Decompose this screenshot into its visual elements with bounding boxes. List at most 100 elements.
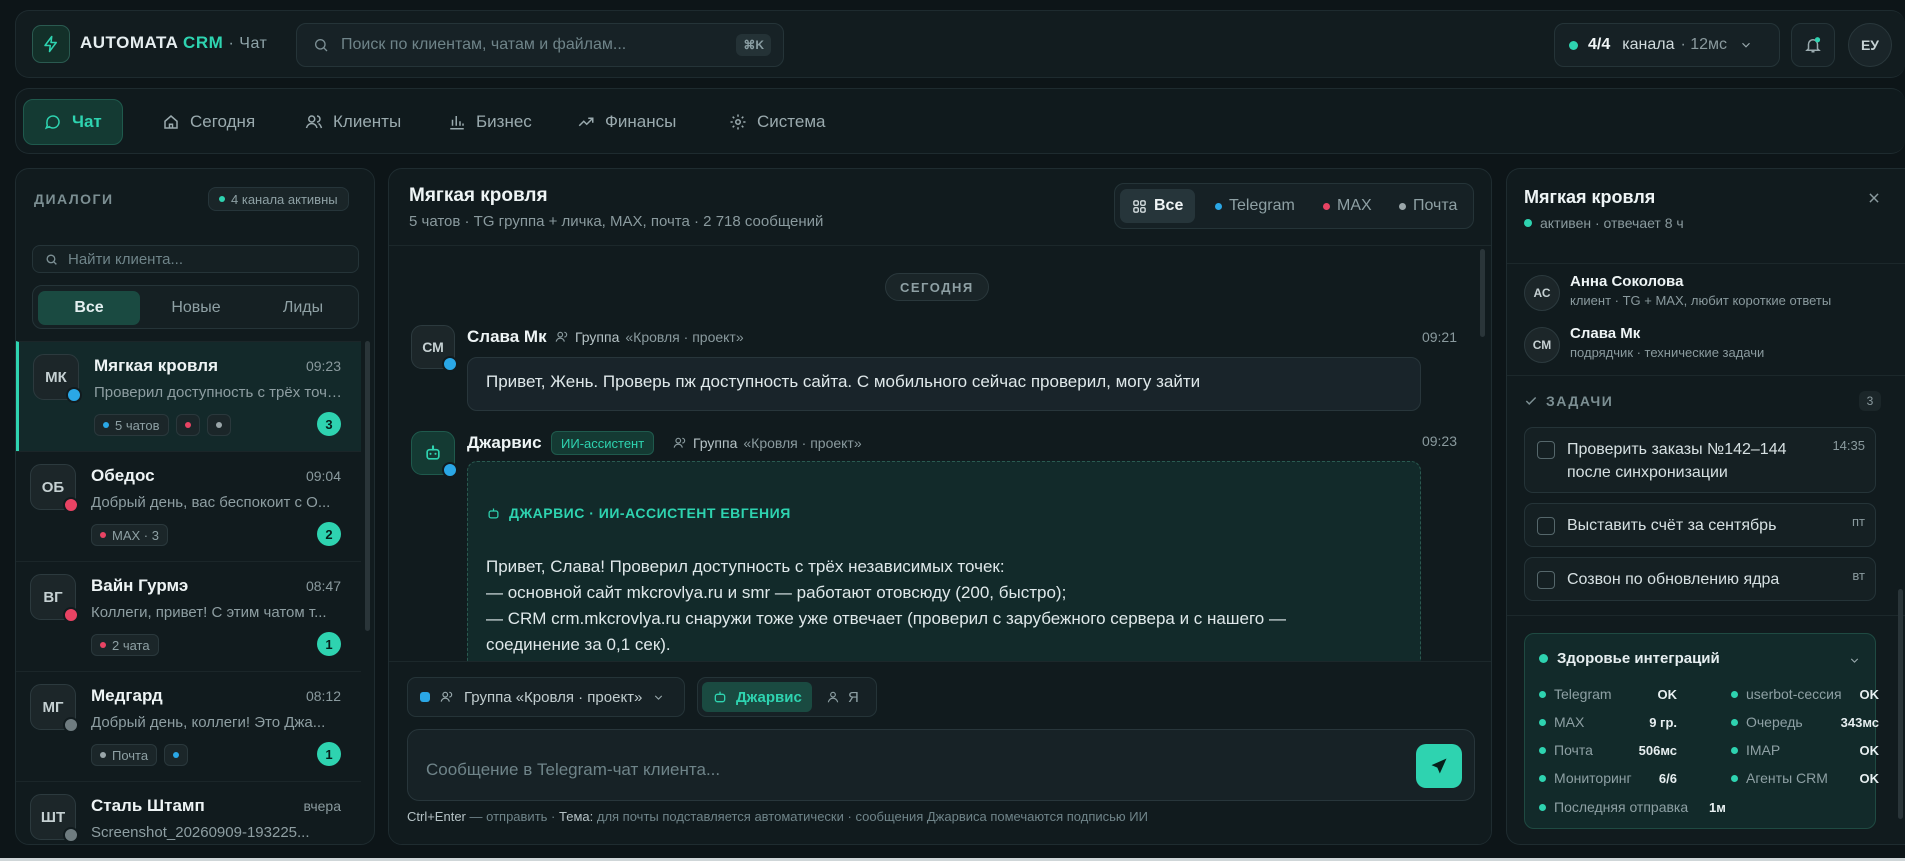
task-checkbox[interactable] (1537, 517, 1555, 535)
health-label: Мониторинг (1539, 770, 1632, 786)
chat-scrollbar[interactable] (1480, 249, 1485, 337)
filter-new[interactable]: Новые (145, 291, 247, 325)
nav-finance[interactable]: Финансы (557, 99, 696, 145)
dialogs-scrollbar[interactable] (365, 341, 370, 631)
dialog-item[interactable]: ОБ Обедос 09:04 Добрый день, вас беспоко… (16, 451, 361, 561)
composer-hint: Ctrl+Enter — отправить · Тема: для почты… (407, 809, 1148, 824)
divider (389, 245, 1491, 246)
status-dot (1569, 40, 1578, 50)
message-group: Группа «Кровля · проект» (555, 329, 744, 345)
avatar: СМ (411, 325, 458, 372)
filter-all-channels[interactable]: Все (1120, 189, 1196, 223)
avatar: ВГ (30, 574, 79, 623)
user-avatar[interactable]: ЕУ (1848, 23, 1892, 67)
notifications-button[interactable] (1791, 23, 1835, 67)
task-item[interactable]: Созвон по обновлению ядра вт (1524, 557, 1876, 601)
message-time: 09:21 (1421, 329, 1457, 345)
client-search-input[interactable]: Найти клиента... (32, 245, 359, 273)
sender-toggle: Джарвис Я (697, 677, 877, 717)
client-title: Мягкая кровля (1524, 187, 1656, 207)
gear-icon (730, 114, 746, 130)
sender-me[interactable]: Я (816, 682, 869, 712)
global-search-input[interactable]: Поиск по клиентам, чатам и файлам... ⌘K (296, 23, 784, 67)
filter-all[interactable]: Все (38, 291, 140, 325)
channels-status-dropdown[interactable]: 4/4 канала · 12мс (1554, 23, 1780, 67)
nav-system[interactable]: Система (709, 99, 845, 145)
robot-icon (426, 445, 440, 460)
latency-value: · 12мс (1680, 36, 1728, 53)
filter-telegram[interactable]: Telegram (1203, 189, 1307, 223)
dialog-item[interactable]: ВГ Вайн Гурмэ 08:47 Коллеги, привет! С э… (16, 561, 361, 671)
bar-chart-icon (450, 116, 464, 130)
health-title[interactable]: Здоровье интеграций (1539, 650, 1720, 667)
nav-clients[interactable]: Клиенты (285, 99, 421, 145)
message-bubble: Привет, Жень. Проверь пж доступность сай… (467, 357, 1421, 411)
dialog-item[interactable]: ШТ Сталь Штамп вчера Screenshot_20260909… (16, 781, 361, 844)
target-group-select[interactable]: Группа «Кровля · проект» (407, 677, 685, 717)
health-value: 6/6 (1658, 771, 1677, 786)
contact-name[interactable]: Анна Соколова (1570, 273, 1683, 290)
chevron-down-icon[interactable] (1848, 654, 1861, 667)
task-checkbox[interactable] (1537, 441, 1555, 459)
sender-jarvis[interactable]: Джарвис (702, 682, 812, 712)
task-item[interactable]: Выставить счёт за сентябрь пт (1524, 503, 1876, 547)
task-checkbox[interactable] (1537, 571, 1555, 589)
nav-today[interactable]: Сегодня (142, 99, 275, 145)
telegram-channel-tag (164, 744, 189, 766)
task-item[interactable]: Проверить заказы №142–144 после синхрони… (1524, 427, 1876, 493)
users-icon (305, 115, 323, 129)
search-icon (315, 39, 328, 52)
telegram-icon (442, 462, 458, 478)
nav-chat[interactable]: Чат (23, 99, 123, 145)
mail-icon (63, 717, 79, 733)
health-value: 506мс (1638, 743, 1677, 758)
nav-business[interactable]: Бизнес (428, 99, 552, 145)
health-label: Последняя отправка (1539, 799, 1688, 815)
top-bar: AUTOMATA CRM · Чат Поиск по клиентам, ча… (15, 10, 1905, 78)
details-scrollbar[interactable] (1898, 589, 1903, 819)
divider (389, 661, 1491, 662)
health-label: MAX (1539, 714, 1584, 730)
avatar: МК (33, 354, 82, 403)
message-input[interactable]: Сообщение в Telegram-чат клиента... (407, 729, 1475, 801)
filter-max[interactable]: MAX (1311, 189, 1384, 223)
task-due: пт (1852, 514, 1865, 529)
contact-name[interactable]: Слава Мк (1570, 325, 1640, 342)
health-label: Почта (1539, 742, 1593, 758)
health-value: 343мс (1840, 715, 1879, 730)
main-nav: Чат Сегодня Клиенты Бизнес Финансы Систе… (15, 88, 1905, 154)
send-button[interactable] (1416, 744, 1462, 788)
lightning-icon (44, 35, 57, 53)
logo[interactable] (32, 25, 70, 63)
chat-bubble-icon (44, 115, 60, 130)
robot-icon (488, 508, 499, 518)
health-label: Telegram (1539, 686, 1612, 702)
search-shortcut-badge: ⌘K (736, 34, 771, 56)
dialogs-title: ДИАЛОГИ (34, 191, 114, 207)
health-label: IMAP (1731, 742, 1780, 758)
dialog-name: Мягкая кровля (94, 356, 218, 375)
dialog-item[interactable]: МК Мягкая кровля 09:23 Проверил доступно… (16, 341, 361, 451)
message-group: Группа «Кровля · проект» (673, 435, 862, 451)
max-channel-tag: MAX · 3 (91, 524, 168, 546)
filter-leads[interactable]: Лиды (252, 291, 354, 325)
close-icon (1869, 193, 1879, 203)
unread-count: 1 (317, 632, 341, 656)
chats-count-tag: 5 чатов (94, 414, 169, 436)
dialog-preview: Добрый день, коллеги! Это Джа... (91, 714, 326, 731)
search-icon (46, 253, 57, 265)
health-value: 9 гр. (1649, 715, 1677, 730)
contact-description: подрядчик · технические задачи (1570, 345, 1765, 360)
dialog-preview: Коллеги, привет! С этим чатом т... (91, 604, 327, 621)
filter-mail[interactable]: Почта (1387, 189, 1469, 223)
dialog-name: Медгард (91, 686, 163, 705)
unread-count: 3 (317, 412, 341, 436)
health-label: Агенты CRM (1731, 770, 1828, 786)
bell-icon (1805, 37, 1821, 53)
close-button[interactable] (1867, 191, 1881, 205)
dialog-item[interactable]: МГ Медгард 08:12 Добрый день, коллеги! Э… (16, 671, 361, 781)
message-line: соединение за 0,1 сек). (486, 635, 671, 654)
tasks-count: 3 (1859, 391, 1881, 411)
dialogs-panel: ДИАЛОГИ 4 канала активны Найти клиента..… (15, 168, 375, 845)
mail-icon (63, 827, 79, 843)
